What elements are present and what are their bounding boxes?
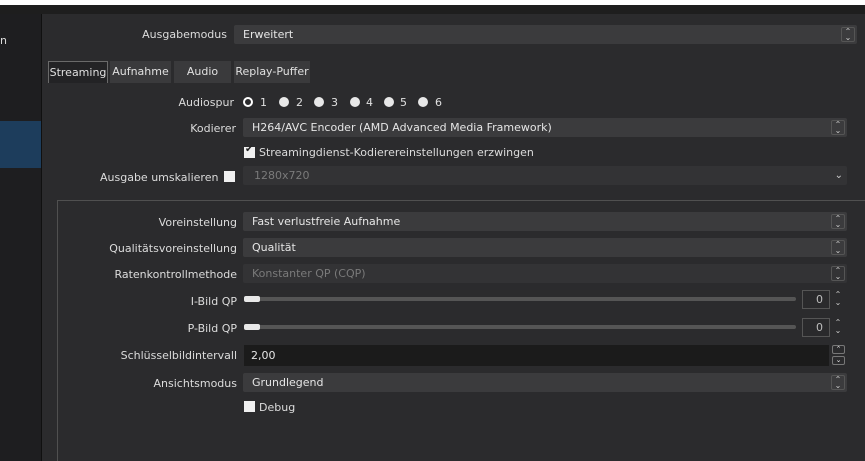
kodierer-value: H264/AVC Encoder (AMD Advanced Media Fra… xyxy=(252,121,552,134)
voreinstellung-value: Fast verlustfreie Aufnahme xyxy=(252,215,401,228)
window-top-strip-dark xyxy=(0,5,865,14)
audiospur-radio-2[interactable] xyxy=(279,97,289,107)
audiospur-label-3: 3 xyxy=(331,96,338,109)
output-mode-arrows-icon: ⌃ ⌄ xyxy=(841,27,855,42)
kodierer-select[interactable]: H264/AVC Encoder (AMD Advanced Media Fra… xyxy=(243,118,847,137)
audiospur-radio-4[interactable] xyxy=(350,97,360,107)
tab-audio[interactable]: Audio xyxy=(174,61,231,83)
output-mode-value: Erweitert xyxy=(243,28,294,41)
window-top-strip xyxy=(0,0,865,14)
audiospur-label-4: 4 xyxy=(366,96,373,109)
ibild-label: I-Bild QP xyxy=(190,295,237,308)
tab-streaming[interactable]: Streaming xyxy=(48,61,108,83)
ratenkontrolle-arrows-icon: ⌃ ⌄ xyxy=(831,266,845,281)
ibild-slider-handle[interactable] xyxy=(244,296,260,302)
voreinstellung-arrows-icon: ⌃ ⌄ xyxy=(831,214,845,229)
pbild-spin-arrows-icon[interactable]: ⌃ ⌄ xyxy=(833,319,843,335)
qualitaet-value: Qualität xyxy=(252,241,296,254)
sidebar-item-partial[interactable]: n xyxy=(0,34,41,47)
ibild-spin-arrows-icon[interactable]: ⌃ ⌄ xyxy=(833,291,843,307)
rescale-label: Ausgabe umskalieren xyxy=(100,171,219,184)
audiospur-label: Audiospur xyxy=(178,96,234,109)
ansicht-label: Ansichtsmodus xyxy=(153,377,237,390)
kodierer-label: Kodierer xyxy=(190,122,236,135)
tab-replay-puffer[interactable]: Replay-Puffer xyxy=(234,61,310,83)
keyframe-input[interactable]: 2,00 xyxy=(244,345,829,366)
qualitaet-select[interactable]: Qualität ⌃ ⌄ xyxy=(243,238,847,257)
kodierer-arrows-icon: ⌃ ⌄ xyxy=(831,120,845,135)
pbild-slider-track[interactable] xyxy=(244,325,796,329)
audiospur-radio-3[interactable] xyxy=(314,97,324,107)
sidebar-item-selected[interactable] xyxy=(0,121,41,168)
debug-label: Debug xyxy=(259,401,296,414)
rescale-select[interactable]: 1280x720 ⌄ xyxy=(243,166,847,185)
keyframe-label: Schlüsselbildintervall xyxy=(120,349,237,362)
ibild-slider-track[interactable] xyxy=(244,297,796,301)
chevron-down-icon: ⌄ xyxy=(834,170,843,181)
ratenkontrolle-label: Ratenkontrollmethode xyxy=(114,268,237,281)
keyframe-down-icon[interactable]: ⌄ xyxy=(832,356,845,365)
audiospur-radio-1[interactable] xyxy=(243,97,253,107)
audiospur-label-1: 1 xyxy=(260,96,267,109)
enforce-label: Streamingdienst-Kodierereinstellungen er… xyxy=(259,146,534,159)
rescale-value: 1280x720 xyxy=(254,169,310,182)
ibild-spinbox[interactable]: 0 xyxy=(802,290,830,309)
settings-sidebar: n xyxy=(0,14,42,461)
ratenkontrolle-value: Konstanter QP (CQP) xyxy=(252,267,366,280)
ansicht-select[interactable]: Grundlegend ⌃ ⌄ xyxy=(243,373,847,392)
pbild-slider-handle[interactable] xyxy=(244,324,260,330)
voreinstellung-select[interactable]: Fast verlustfreie Aufnahme ⌃ ⌄ xyxy=(243,212,847,231)
audiospur-radio-6[interactable] xyxy=(418,97,428,107)
audiospur-label-5: 5 xyxy=(400,96,407,109)
keyframe-up-icon[interactable]: ⌃ xyxy=(832,345,845,354)
debug-checkbox[interactable] xyxy=(244,401,255,412)
voreinstellung-label: Voreinstellung xyxy=(158,216,237,229)
qualitaet-label: Qualitätsvoreinstellung xyxy=(109,242,237,255)
pbild-spinbox[interactable]: 0 xyxy=(802,318,830,337)
tab-aufnahme[interactable]: Aufnahme xyxy=(110,61,171,83)
qualitaet-arrows-icon: ⌃ ⌄ xyxy=(831,240,845,255)
output-mode-label: Ausgabemodus xyxy=(142,28,227,41)
enforce-checkbox[interactable]: ✔ xyxy=(244,144,255,158)
audiospur-label-2: 2 xyxy=(296,96,303,109)
audiospur-radio-5[interactable] xyxy=(384,97,394,107)
output-mode-select[interactable]: Erweitert ⌃ ⌄ xyxy=(234,25,857,44)
rescale-checkbox[interactable] xyxy=(224,171,235,182)
ansicht-arrows-icon: ⌃ ⌄ xyxy=(831,375,845,390)
ansicht-value: Grundlegend xyxy=(252,376,324,389)
ratenkontrolle-select[interactable]: Konstanter QP (CQP) ⌃ ⌄ xyxy=(243,264,847,283)
audiospur-label-6: 6 xyxy=(435,96,442,109)
checkmark-icon: ✔ xyxy=(245,144,254,155)
pbild-label: P-Bild QP xyxy=(187,322,237,335)
